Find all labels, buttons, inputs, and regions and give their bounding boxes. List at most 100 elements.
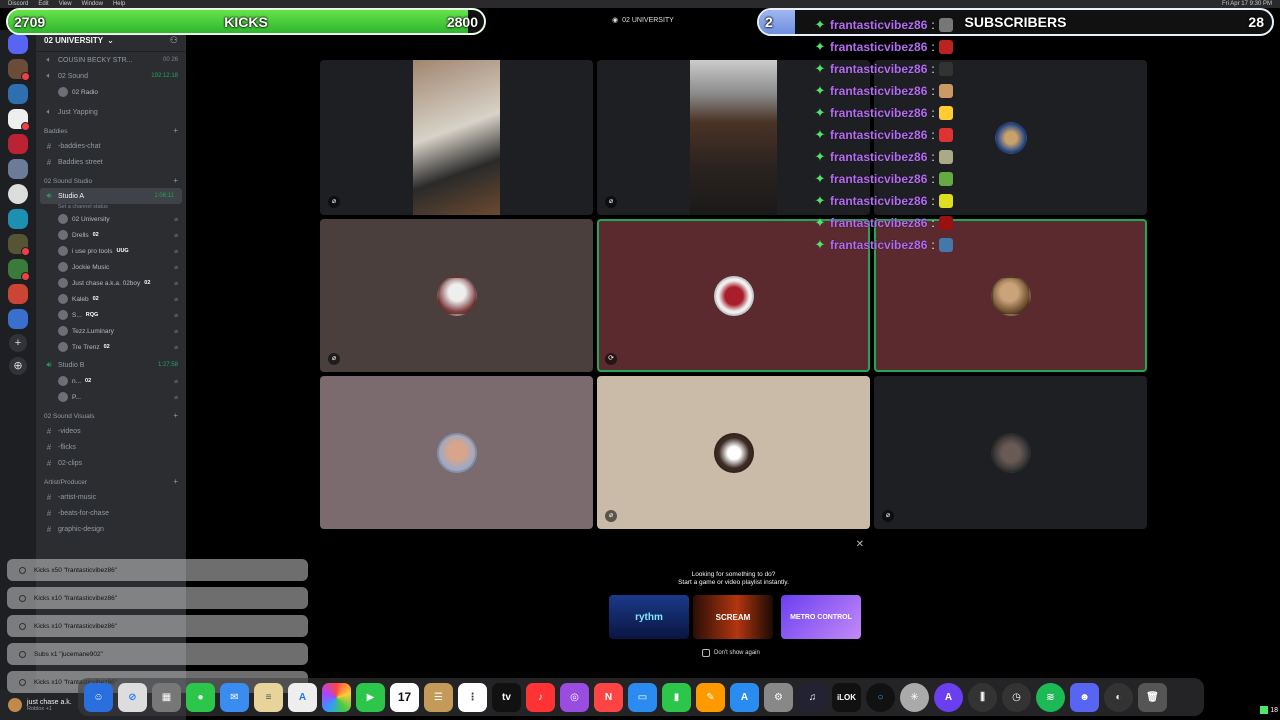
- desktop: Discord Edit View Window Help Fri Apr 17…: [0, 0, 1280, 720]
- server-icon[interactable]: [8, 209, 28, 229]
- voice-user[interactable]: P... ⌀: [36, 389, 186, 405]
- clock-app-icon[interactable]: ◷: [1002, 682, 1031, 712]
- menu-item-discord[interactable]: Discord: [8, 1, 28, 7]
- add-channel-icon[interactable]: +: [173, 477, 178, 486]
- finder-icon[interactable]: ☺: [84, 682, 113, 712]
- voice-user[interactable]: 02 University ⌀: [36, 211, 186, 227]
- channel-status[interactable]: Set a channel status: [36, 202, 186, 211]
- text-channel[interactable]: # -baddies-chat: [36, 138, 186, 154]
- add-member-icon[interactable]: ⚇: [170, 35, 178, 46]
- voice-user[interactable]: Tezz.Luminary ⌀: [36, 323, 186, 339]
- voice-channel[interactable]: 🔈︎ COUSIN BECKY STR... 00 26: [36, 52, 186, 68]
- spotify-icon[interactable]: ≋: [1036, 682, 1065, 712]
- numbers-icon[interactable]: ▮: [662, 682, 691, 712]
- voice-user[interactable]: Just chase a.k.a. 02boy 02 ⌀: [36, 275, 186, 291]
- text-channel[interactable]: # 02-clips: [36, 455, 186, 471]
- activity-card-scream[interactable]: SCREAM: [693, 595, 773, 639]
- server-icon[interactable]: [8, 84, 28, 104]
- appstore-icon[interactable]: A: [288, 682, 317, 712]
- settings-icon[interactable]: ⚙: [764, 682, 793, 712]
- voice-tile[interactable]: [320, 376, 593, 529]
- mail-icon[interactable]: ✉: [220, 682, 249, 712]
- safari-icon[interactable]: ⊘: [118, 682, 147, 712]
- circle-app-icon[interactable]: ○: [866, 682, 895, 712]
- category-baddies[interactable]: Baddies +: [36, 120, 186, 138]
- activity-card-rythm[interactable]: rythm: [609, 595, 689, 639]
- menu-item-window[interactable]: Window: [82, 1, 103, 7]
- server-icon[interactable]: [8, 309, 28, 329]
- notes-icon[interactable]: ≡: [254, 682, 283, 712]
- music-icon[interactable]: ♪: [526, 682, 555, 712]
- menu-item-view[interactable]: View: [59, 1, 72, 7]
- voice-channel[interactable]: 🔈︎ 02 Sound 192:12:18: [36, 68, 186, 84]
- text-channel[interactable]: # Baddies street: [36, 154, 186, 170]
- reminders-icon[interactable]: ⋮: [458, 682, 487, 712]
- text-channel[interactable]: # -beats-for-chase: [36, 505, 186, 521]
- server-icon[interactable]: [8, 184, 28, 204]
- voice-user[interactable]: S... RQG ⌀: [36, 307, 186, 323]
- server-icon[interactable]: [8, 284, 28, 304]
- mixer-icon[interactable]: ⫼: [968, 682, 997, 712]
- facetime-icon[interactable]: ▶: [356, 682, 385, 712]
- appletv-icon[interactable]: tv: [492, 682, 521, 712]
- text-channel[interactable]: # graphic-design: [36, 521, 186, 537]
- messages-icon[interactable]: ●: [186, 682, 215, 712]
- server-icon[interactable]: [8, 109, 30, 131]
- voice-user[interactable]: Jockie Music ⌀: [36, 259, 186, 275]
- text-channel[interactable]: # -videos: [36, 423, 186, 439]
- calendar-icon[interactable]: 17: [390, 682, 419, 712]
- voice-channel-studio-b[interactable]: 🔊︎ Studio B 1:27:58: [36, 357, 186, 373]
- voice-user[interactable]: 02 Radio: [36, 84, 186, 100]
- close-icon[interactable]: ✕: [856, 539, 864, 550]
- avatar[interactable]: [8, 698, 22, 712]
- server-icon[interactable]: [8, 159, 28, 179]
- channel-name: COUSIN BECKY STR...: [58, 56, 133, 64]
- server-icon[interactable]: [8, 134, 28, 154]
- voice-user[interactable]: Tre Trenz 02 ⌀: [36, 339, 186, 355]
- activity-card-metro[interactable]: METRO CONTROL: [781, 595, 861, 639]
- voice-user[interactable]: Drells 02 ⌀: [36, 227, 186, 243]
- photos-icon[interactable]: [322, 682, 351, 712]
- server-icon[interactable]: [8, 259, 30, 281]
- menu-item-edit[interactable]: Edit: [38, 1, 48, 7]
- category-studio[interactable]: 02 Sound Studio +: [36, 170, 186, 188]
- menu-item-help[interactable]: Help: [113, 1, 125, 7]
- pages-icon[interactable]: ✎: [696, 682, 725, 712]
- text-channel[interactable]: # -flicks: [36, 439, 186, 455]
- keynote-icon[interactable]: ▭: [628, 682, 657, 712]
- video-tile[interactable]: ⌀: [320, 60, 593, 215]
- add-channel-icon[interactable]: +: [173, 126, 178, 135]
- server-icon[interactable]: [8, 59, 30, 81]
- voice-user[interactable]: i use pro tools UUG ⌀: [36, 243, 186, 259]
- home-icon[interactable]: [8, 34, 28, 54]
- voice-user[interactable]: Kaleb 02 ⌀: [36, 291, 186, 307]
- podcasts-icon[interactable]: ◎: [560, 682, 589, 712]
- voice-tile[interactable]: ⌀: [597, 376, 870, 529]
- add-channel-icon[interactable]: +: [173, 411, 178, 420]
- voice-tile[interactable]: ⌀: [874, 376, 1147, 529]
- add-channel-icon[interactable]: +: [173, 176, 178, 185]
- voice-user[interactable]: n... 02 ⌀: [36, 373, 186, 389]
- contacts-icon[interactable]: ☰: [424, 682, 453, 712]
- avatar: [58, 230, 68, 240]
- launchpad-icon[interactable]: ▦: [152, 682, 181, 712]
- text-channel[interactable]: # -artist-music: [36, 489, 186, 505]
- appstore2-icon[interactable]: A: [730, 682, 759, 712]
- category-artist[interactable]: Artist/Producer +: [36, 471, 186, 489]
- obs-icon[interactable]: ◐: [1104, 682, 1133, 712]
- category-visuals[interactable]: 02 Sound Visuals +: [36, 405, 186, 423]
- checkbox[interactable]: [702, 649, 710, 657]
- discover-icon[interactable]: ⊕: [9, 357, 27, 375]
- trash-icon[interactable]: 🗑︎: [1138, 682, 1167, 712]
- news-icon[interactable]: N: [594, 682, 623, 712]
- discord-icon[interactable]: ☻: [1070, 682, 1099, 712]
- add-server-icon[interactable]: +: [9, 334, 27, 352]
- ilok-icon[interactable]: iLOK: [832, 682, 861, 712]
- logic-icon[interactable]: ♫: [798, 682, 827, 712]
- disk-utility-icon[interactable]: ✳: [900, 682, 929, 712]
- voice-channel[interactable]: 🔈︎ Just Yapping: [36, 104, 186, 120]
- voice-tile[interactable]: ⌀: [320, 219, 593, 372]
- dont-show-again[interactable]: Don't show again: [702, 649, 760, 657]
- server-icon[interactable]: [8, 234, 30, 256]
- avid-icon[interactable]: A: [934, 682, 963, 712]
